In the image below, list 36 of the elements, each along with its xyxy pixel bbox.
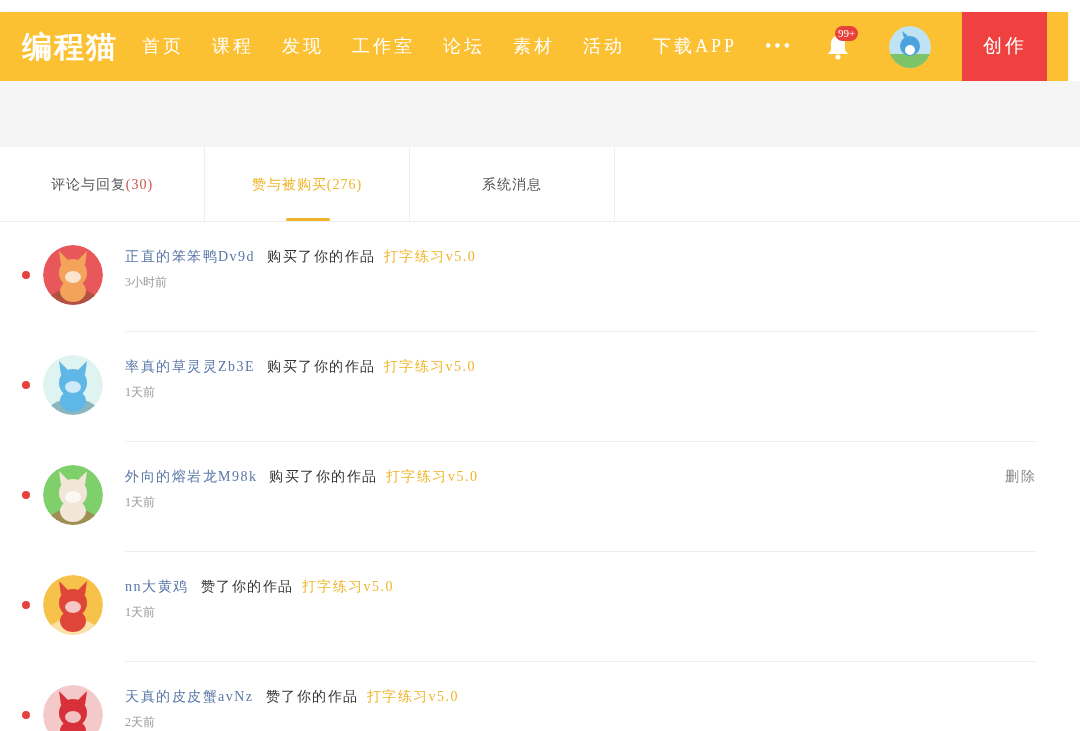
action-text: 购买了你的作品: [269, 468, 378, 486]
user-name-link[interactable]: 率真的草灵灵Zb3E: [125, 356, 256, 377]
action-text: 赞了你的作品: [265, 688, 359, 706]
timestamp: 2天前: [125, 716, 156, 728]
work-link[interactable]: 打字练习v5.0: [383, 246, 477, 267]
action-text: 购买了你的作品: [267, 248, 376, 266]
user-name-link[interactable]: 外向的熔岩龙M98k: [125, 466, 258, 487]
create-button[interactable]: 创作: [962, 12, 1047, 81]
nav-link[interactable]: 首页: [142, 33, 184, 60]
tab[interactable]: 系统消息: [410, 147, 615, 221]
user-name-link[interactable]: nn大黄鸡: [125, 576, 189, 597]
nav-link[interactable]: 素材: [513, 33, 555, 60]
logo[interactable]: 编程猫: [22, 31, 118, 62]
delete-button[interactable]: 删除: [1005, 466, 1036, 487]
work-link[interactable]: 打字练习v5.0: [385, 466, 479, 487]
nav-link[interactable]: 发现: [282, 33, 324, 60]
timestamp: 3小时前: [125, 276, 168, 288]
timestamp: 1天前: [125, 606, 156, 618]
work-link[interactable]: 打字练习v5.0: [301, 576, 394, 597]
user-name-link[interactable]: 天真的皮皮蟹avNz: [125, 686, 254, 707]
timestamp: 1天前: [125, 496, 156, 508]
nav-link[interactable]: 课程: [212, 33, 254, 60]
nav-link[interactable]: 下载APP: [653, 33, 738, 60]
action-text: 赞了你的作品: [200, 578, 294, 596]
nav-link[interactable]: •••: [765, 33, 793, 60]
notification-badge: 99+: [834, 25, 859, 41]
nav-link[interactable]: 工作室: [352, 33, 415, 60]
tab[interactable]: 评论与回复(30): [0, 147, 205, 221]
timestamp: 1天前: [125, 386, 156, 398]
nav-link[interactable]: 论坛: [443, 33, 485, 60]
nav-link[interactable]: 活动: [583, 33, 625, 60]
user-name-link[interactable]: 正直的笨笨鸭Dv9d: [125, 246, 256, 267]
work-link[interactable]: 打字练习v5.0: [383, 356, 477, 377]
action-text: 购买了你的作品: [267, 358, 376, 376]
work-link[interactable]: 打字练习v5.0: [366, 686, 460, 707]
tab[interactable]: 赞与被购买(276): [205, 147, 410, 221]
